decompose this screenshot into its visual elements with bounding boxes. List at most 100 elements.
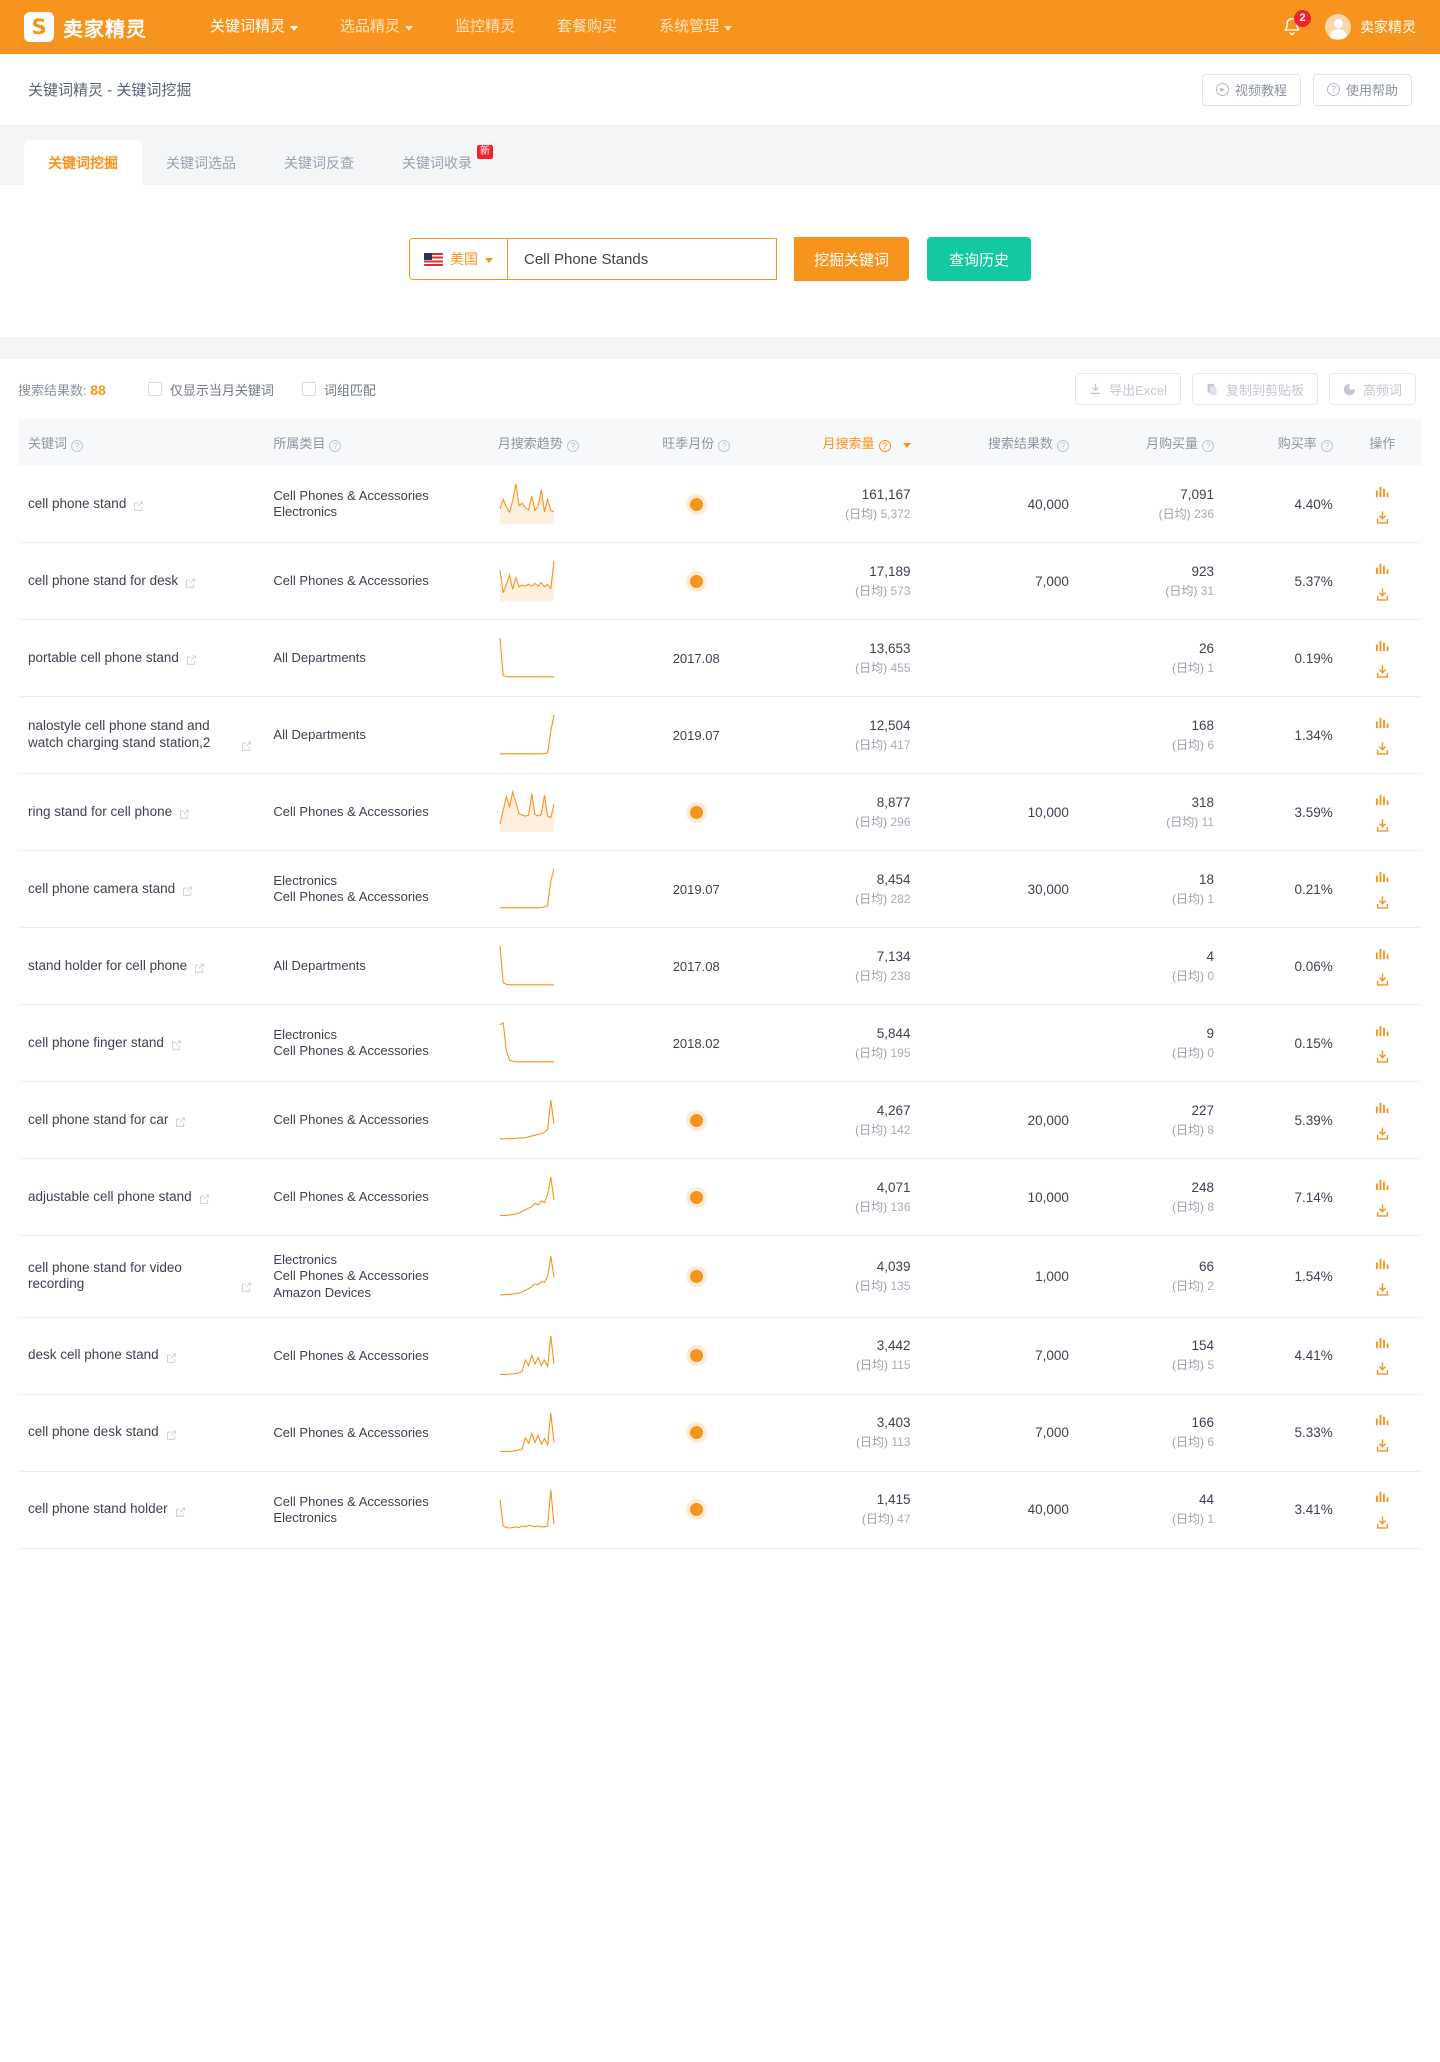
nav-item-5[interactable]: 系统管理: [638, 0, 753, 54]
table-row[interactable]: cell phone stand for car Cell Phones & Ac…: [18, 1081, 1422, 1159]
user-menu[interactable]: 卖家精灵: [1325, 14, 1416, 40]
search-history-button[interactable]: 查询历史: [927, 237, 1032, 281]
table-row[interactable]: stand holder for cell phone All Departmen…: [18, 927, 1422, 1005]
download-icon[interactable]: [1375, 972, 1390, 987]
download-icon[interactable]: [1375, 818, 1390, 833]
copy-clipboard-button[interactable]: 复制到剪贴板: [1191, 373, 1318, 405]
brand-logo[interactable]: S 卖家精灵: [24, 12, 147, 42]
table-row[interactable]: adjustable cell phone stand Cell Phones &…: [18, 1158, 1422, 1236]
help-icon[interactable]: ?: [718, 440, 731, 452]
bar-chart-icon[interactable]: [1375, 638, 1390, 653]
open-external-icon[interactable]: [170, 1038, 183, 1051]
tab-2[interactable]: 关键词选品: [142, 140, 260, 185]
open-external-icon[interactable]: [174, 1115, 187, 1128]
open-external-icon[interactable]: [193, 961, 206, 974]
bar-chart-icon[interactable]: [1375, 1412, 1390, 1427]
download-icon[interactable]: [1375, 1049, 1390, 1064]
open-external-icon[interactable]: [184, 576, 197, 589]
bar-chart-icon[interactable]: [1375, 869, 1390, 884]
table-row[interactable]: cell phone stand Cell Phones & Accessorie…: [18, 466, 1422, 543]
download-icon[interactable]: [1375, 1203, 1390, 1218]
column-header-searches[interactable]: 月搜索量?: [762, 419, 921, 466]
help-icon[interactable]: ?: [566, 440, 579, 452]
bar-chart-icon[interactable]: [1375, 1023, 1390, 1038]
table-row[interactable]: cell phone desk stand Cell Phones & Acces…: [18, 1394, 1422, 1472]
bar-chart-icon[interactable]: [1375, 792, 1390, 807]
table-row[interactable]: cell phone camera stand Electronics Cell P…: [18, 850, 1422, 928]
open-external-icon[interactable]: [132, 499, 145, 512]
open-external-icon[interactable]: [165, 1428, 178, 1441]
nav-item-1[interactable]: 关键词精灵: [189, 0, 319, 54]
table-row[interactable]: nalostyle cell phone stand and watch cha…: [18, 696, 1422, 774]
download-icon[interactable]: [1375, 1515, 1390, 1530]
bar-chart-icon[interactable]: [1375, 1489, 1390, 1504]
table-row[interactable]: cell phone stand for desk Cell Phones & A…: [18, 542, 1422, 620]
bar-chart-icon[interactable]: [1375, 715, 1390, 730]
table-row[interactable]: portable cell phone stand All Departments…: [18, 619, 1422, 697]
cell-purchase-rate: 1.34%: [1224, 696, 1343, 774]
dig-keywords-button[interactable]: 挖掘关键词: [793, 237, 909, 281]
filter-current-month[interactable]: 仅显示当月关键词: [147, 380, 274, 399]
cell-keyword: cell phone stand for car: [18, 1081, 264, 1159]
keyword-cell-content: adjustable cell phone stand: [28, 1189, 253, 1206]
open-external-icon[interactable]: [185, 653, 198, 666]
bar-chart-icon[interactable]: [1375, 1100, 1390, 1115]
tab-1[interactable]: 关键词挖掘: [24, 140, 142, 185]
nav-item-2[interactable]: 选品精灵: [319, 0, 434, 54]
open-external-icon[interactable]: [240, 739, 253, 752]
download-icon[interactable]: [1375, 1126, 1390, 1141]
open-external-icon[interactable]: [178, 807, 191, 820]
monthly-purchases-value: 44: [1198, 1492, 1215, 1508]
open-external-icon[interactable]: [174, 1505, 187, 1518]
tab-4[interactable]: 关键词收录新: [378, 140, 496, 185]
table-row[interactable]: desk cell phone stand Cell Phones & Acces…: [18, 1317, 1422, 1395]
bar-chart-icon[interactable]: [1375, 1256, 1390, 1271]
checkbox-icon[interactable]: [301, 382, 316, 396]
open-external-icon[interactable]: [181, 884, 194, 897]
bar-chart-icon[interactable]: [1375, 946, 1390, 961]
cell-category: All Departments: [263, 619, 488, 697]
sort-descending-icon[interactable]: [902, 443, 911, 448]
country-selector[interactable]: 美国: [409, 239, 508, 279]
download-icon[interactable]: [1375, 1361, 1390, 1376]
help-button[interactable]: ? 使用帮助: [1312, 73, 1412, 106]
table-row[interactable]: cell phone stand holder Cell Phones & Acc…: [18, 1471, 1422, 1549]
table-row[interactable]: ring stand for cell phone Cell Phones & A…: [18, 773, 1422, 851]
cell-purchase-rate: 0.06%: [1224, 927, 1343, 1005]
search-input[interactable]: [507, 239, 776, 279]
help-icon[interactable]: ?: [878, 440, 891, 452]
open-external-icon[interactable]: [198, 1192, 211, 1205]
tab-3[interactable]: 关键词反查: [260, 140, 378, 185]
help-icon[interactable]: ?: [329, 440, 342, 452]
help-icon[interactable]: ?: [1320, 440, 1333, 452]
filter-phrase-match[interactable]: 词组匹配: [301, 380, 376, 399]
table-row[interactable]: cell phone finger stand Electronics Cell P…: [18, 1004, 1422, 1082]
open-external-icon[interactable]: [240, 1280, 253, 1293]
table-row[interactable]: cell phone stand for video recording Elec…: [18, 1235, 1422, 1318]
high-frequency-words-button[interactable]: 高频词: [1328, 373, 1416, 405]
notifications-button[interactable]: 2: [1281, 10, 1311, 39]
results-toolbar: 搜索结果数: 88 仅显示当月关键词 词组匹配 导出Excel 复制到剪贴板 高…: [0, 359, 1440, 419]
category-list: Cell Phones & Accessories: [273, 1112, 477, 1128]
help-icon[interactable]: ?: [1056, 440, 1069, 452]
download-icon[interactable]: [1375, 587, 1390, 602]
help-icon[interactable]: ?: [1202, 440, 1215, 452]
download-icon[interactable]: [1375, 895, 1390, 910]
export-excel-button[interactable]: 导出Excel: [1075, 373, 1181, 405]
bar-chart-icon[interactable]: [1375, 484, 1390, 499]
help-icon[interactable]: ?: [71, 440, 84, 452]
bar-chart-icon[interactable]: [1375, 1177, 1390, 1192]
download-icon[interactable]: [1375, 664, 1390, 679]
checkbox-icon[interactable]: [147, 382, 162, 396]
nav-item-3[interactable]: 监控精灵: [434, 0, 536, 54]
nav-item-4[interactable]: 套餐购买: [536, 0, 638, 54]
download-icon[interactable]: [1375, 510, 1390, 525]
chevron-down-icon: [290, 25, 299, 31]
video-tutorial-button[interactable]: ▸ 视频教程: [1201, 73, 1301, 106]
open-external-icon[interactable]: [165, 1351, 178, 1364]
download-icon[interactable]: [1375, 1282, 1390, 1297]
bar-chart-icon[interactable]: [1375, 1335, 1390, 1350]
download-icon[interactable]: [1375, 741, 1390, 756]
bar-chart-icon[interactable]: [1375, 561, 1390, 576]
download-icon[interactable]: [1375, 1438, 1390, 1453]
